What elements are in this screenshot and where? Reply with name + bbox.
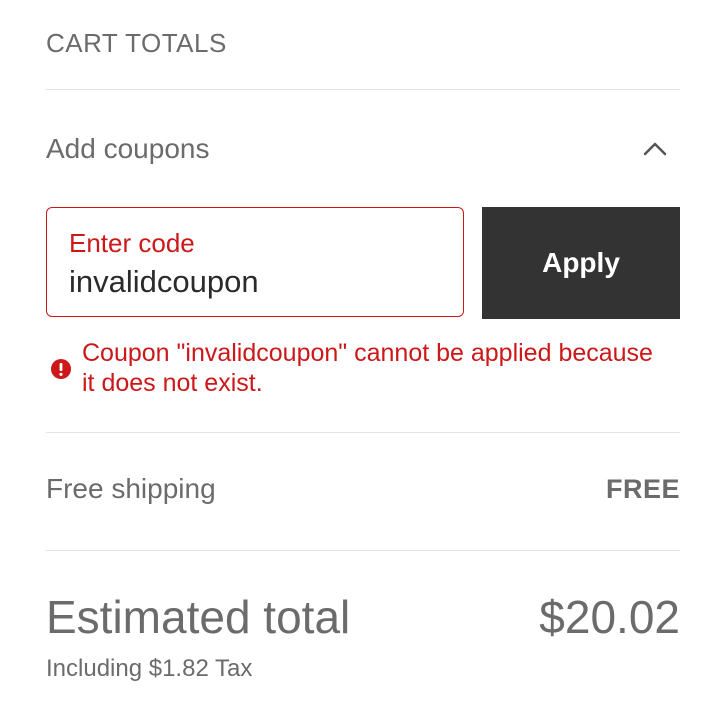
estimated-total-row: Estimated total $20.02 <box>46 590 680 644</box>
apply-coupon-button[interactable]: Apply <box>482 207 680 319</box>
coupon-code-field[interactable]: Enter code <box>46 207 464 317</box>
error-text: Coupon "invalidcoupon" cannot be applied… <box>82 339 653 397</box>
divider <box>46 89 680 90</box>
error-icon <box>51 359 71 379</box>
shipping-row: Free shipping FREE <box>46 473 680 505</box>
shipping-value: FREE <box>605 474 680 504</box>
coupon-form: Enter code Apply <box>46 207 680 319</box>
add-coupons-label: Add coupons <box>46 133 210 164</box>
coupon-code-label: Enter code <box>69 228 195 258</box>
cart-totals-heading: CART TOTALS <box>46 28 227 58</box>
add-coupons-toggle[interactable]: Add coupons <box>46 118 680 180</box>
estimated-total-value: $20.02 <box>539 591 680 643</box>
divider <box>46 432 680 433</box>
tax-note: Including $1.82 Tax <box>46 655 253 682</box>
coupon-code-input[interactable] <box>69 264 449 300</box>
divider <box>46 550 680 551</box>
shipping-label: Free shipping <box>46 473 216 504</box>
chevron-up-icon <box>643 142 667 156</box>
estimated-total-label: Estimated total <box>46 591 351 643</box>
